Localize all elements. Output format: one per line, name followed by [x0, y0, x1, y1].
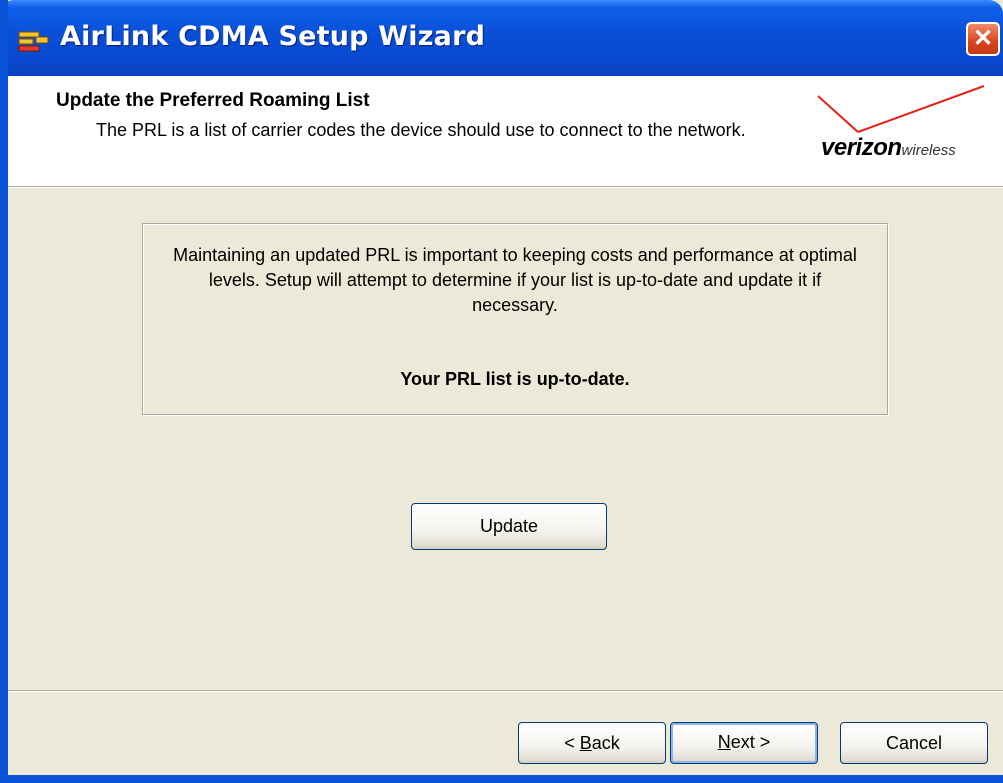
- logo-brand: verizon: [821, 134, 902, 161]
- title-bar[interactable]: AirLink CDMA Setup Wizard ✕: [8, 0, 1003, 76]
- page-description: The PRL is a list of carrier codes the d…: [96, 120, 746, 140]
- logo-sub: wireless: [901, 142, 956, 159]
- close-icon: ✕: [972, 25, 994, 52]
- page-title: Update the Preferred Roaming List: [56, 90, 370, 111]
- update-button[interactable]: Update: [411, 503, 607, 550]
- close-button[interactable]: ✕: [966, 22, 1000, 56]
- next-button[interactable]: Next >: [670, 722, 818, 764]
- cancel-button[interactable]: Cancel: [840, 722, 988, 764]
- header-divider: [8, 187, 1003, 188]
- app-icon: [18, 31, 49, 52]
- back-button[interactable]: < Back: [518, 722, 666, 764]
- next-mnemonic: N: [717, 732, 731, 752]
- back-prefix: <: [564, 733, 580, 753]
- back-mnemonic: B: [579, 733, 592, 753]
- prl-status-text: Your PRL list is up-to-date.: [400, 369, 630, 389]
- setup-wizard-window: AirLink CDMA Setup Wizard ✕ Update the P…: [0, 0, 1003, 783]
- logo-wordmark: verizonwireless: [821, 134, 956, 162]
- info-text: Maintaining an updated PRL is important …: [173, 245, 857, 315]
- window-title: AirLink CDMA Setup Wizard: [60, 21, 486, 52]
- next-label-rest: ext >: [730, 732, 771, 752]
- footer-divider-highlight: [8, 691, 1003, 692]
- back-label-rest: ack: [591, 733, 620, 753]
